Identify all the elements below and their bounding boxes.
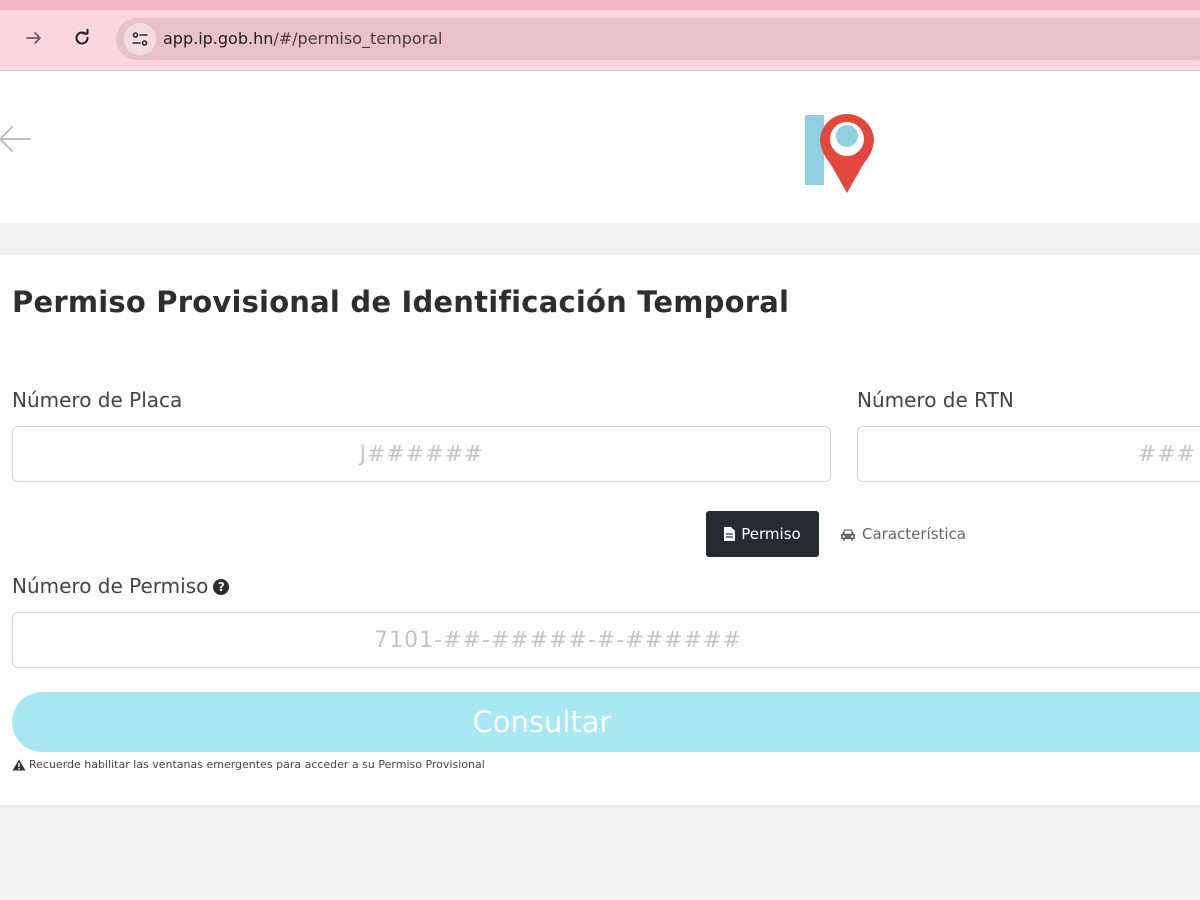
site-info-button[interactable] — [124, 23, 156, 55]
url-path: /#/permiso_temporal — [273, 29, 443, 48]
address-bar[interactable]: app.ip.gob.hn/#/permiso_temporal — [116, 18, 1200, 60]
app-header — [0, 71, 1200, 223]
arrow-right-icon — [26, 32, 41, 44]
reload-icon — [75, 28, 89, 45]
tab-permiso[interactable]: Permiso — [706, 511, 819, 557]
arrow-left-icon — [0, 126, 31, 152]
file-icon — [724, 527, 736, 541]
warning-icon — [12, 759, 26, 770]
tune-icon — [132, 32, 148, 46]
permiso-field — [12, 612, 1200, 668]
consultar-button[interactable]: Consultar — [12, 692, 1200, 752]
permiso-label-row: Número de Permiso? — [12, 574, 230, 598]
url-text: app.ip.gob.hn/#/permiso_temporal — [163, 29, 442, 48]
help-icon[interactable]: ? — [213, 579, 230, 595]
rtn-input[interactable] — [858, 427, 1200, 481]
placa-label: Número de Placa — [12, 388, 183, 412]
tab-caracteristica-label: Característica — [861, 525, 967, 543]
location-pin-logo-icon — [805, 114, 874, 193]
logo — [800, 101, 890, 193]
permiso-label: Número de Permiso — [12, 574, 209, 598]
popup-warning: Recuerde habilitar las ventanas emergent… — [12, 758, 485, 771]
back-button[interactable] — [0, 119, 34, 159]
forward-button[interactable] — [18, 22, 50, 54]
browser-tab-strip — [0, 0, 1200, 10]
car-icon — [840, 529, 855, 540]
consultar-label: Consultar — [472, 705, 612, 739]
rtn-label: Número de RTN — [857, 388, 1014, 412]
popup-warning-text: Recuerde habilitar las ventanas emergent… — [29, 758, 485, 771]
tab-caracteristica[interactable]: Característica — [838, 511, 968, 557]
url-host: app.ip.gob.hn — [163, 29, 274, 48]
permit-form-card: Permiso Provisional de Identificación Te… — [0, 255, 1200, 805]
reload-button[interactable] — [66, 22, 98, 54]
rtn-field — [857, 426, 1200, 482]
placa-field — [12, 426, 831, 482]
tab-permiso-label: Permiso — [741, 525, 801, 543]
page-title: Permiso Provisional de Identificación Te… — [12, 285, 790, 319]
permiso-input[interactable] — [13, 613, 1200, 667]
browser-toolbar: app.ip.gob.hn/#/permiso_temporal — [0, 10, 1200, 70]
placa-input[interactable] — [13, 427, 830, 481]
